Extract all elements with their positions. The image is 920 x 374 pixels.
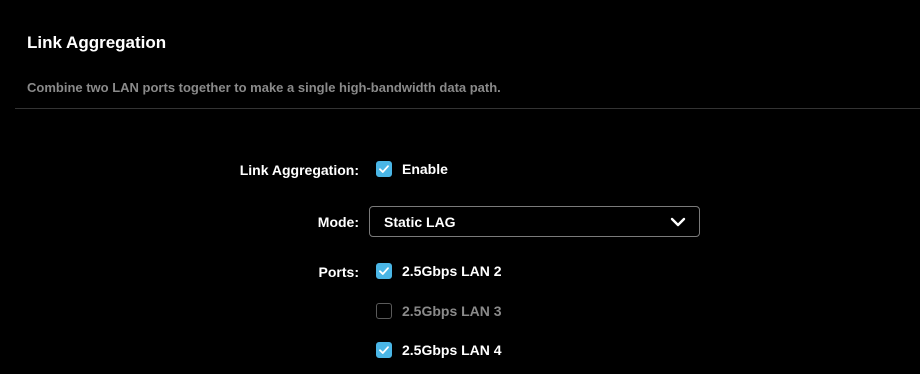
checkbox-checked-icon[interactable] xyxy=(376,342,392,358)
port-lan4-checkbox[interactable]: 2.5Gbps LAN 4 xyxy=(376,342,502,358)
check-icon xyxy=(379,346,389,354)
section-title: Link Aggregation xyxy=(27,33,167,52)
ports-label: Ports: xyxy=(318,264,359,280)
checkbox-checked-icon[interactable] xyxy=(376,161,392,177)
port-lan2-checkbox[interactable]: 2.5Gbps LAN 2 xyxy=(376,263,502,279)
checkbox-checked-icon[interactable] xyxy=(376,263,392,279)
ports-row-lan3: 2.5Gbps LAN 3 xyxy=(0,300,920,326)
section-description: Combine two LAN ports together to make a… xyxy=(27,80,501,95)
link-aggregation-label: Link Aggregation: xyxy=(239,162,359,178)
port-lan2-label: 2.5Gbps LAN 2 xyxy=(402,263,502,279)
ports-row-lan4: 2.5Gbps LAN 4 xyxy=(0,339,920,365)
mode-select-value: Static LAG xyxy=(384,213,456,230)
link-aggregation-row: Link Aggregation: Enable xyxy=(0,158,920,184)
divider xyxy=(15,108,920,109)
mode-select[interactable]: Static LAG xyxy=(369,206,700,237)
mode-row: Mode: Static LAG xyxy=(0,206,920,237)
checkbox-unchecked-icon[interactable] xyxy=(376,303,392,319)
port-lan3-label: 2.5Gbps LAN 3 xyxy=(402,303,502,319)
link-aggregation-enable-checkbox[interactable]: Enable xyxy=(376,161,448,177)
port-lan4-label: 2.5Gbps LAN 4 xyxy=(402,342,502,358)
ports-row: Ports: 2.5Gbps LAN 2 xyxy=(0,260,920,286)
check-icon xyxy=(379,165,389,173)
enable-label: Enable xyxy=(402,161,448,177)
mode-label: Mode: xyxy=(317,214,359,230)
port-lan3-checkbox[interactable]: 2.5Gbps LAN 3 xyxy=(376,303,502,319)
check-icon xyxy=(379,267,389,275)
chevron-down-icon[interactable] xyxy=(670,215,686,229)
